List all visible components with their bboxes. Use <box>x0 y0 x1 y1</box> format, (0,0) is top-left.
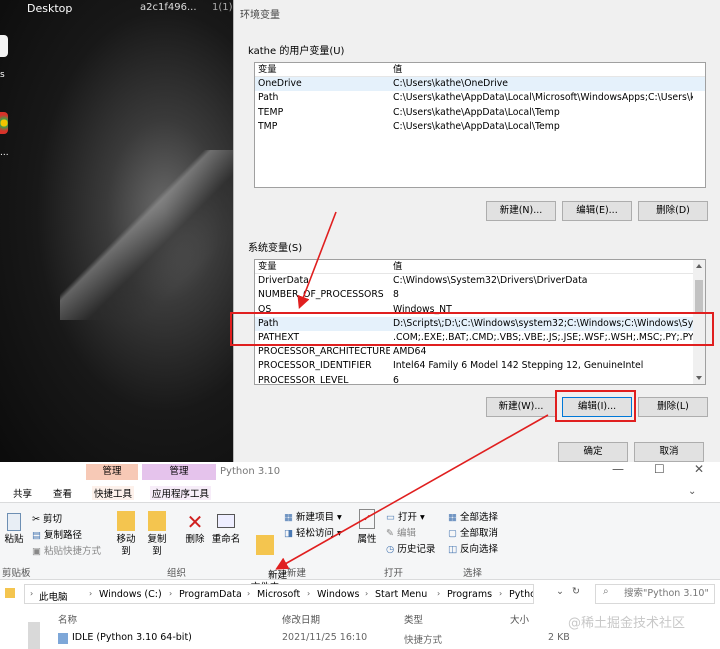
arrow-to-path-row <box>297 211 337 309</box>
annotation-arrows <box>275 211 549 570</box>
arrow-to-address-bar <box>275 414 549 570</box>
watermark: @稀土掘金技术社区 <box>568 616 686 631</box>
